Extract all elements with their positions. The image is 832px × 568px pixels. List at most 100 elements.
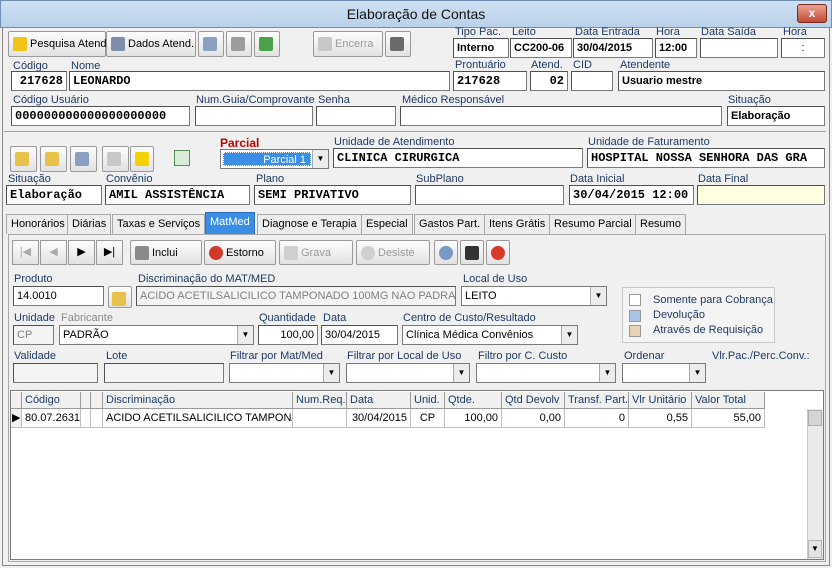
data-final-field[interactable] <box>697 185 825 205</box>
disabled-docs-button[interactable] <box>102 146 129 172</box>
copy-button[interactable] <box>70 146 97 172</box>
hora-field[interactable]: 12:00 <box>655 38 697 58</box>
cell-blank-1[interactable] <box>81 409 91 428</box>
fabricante-select[interactable]: PADRÃO ▼ <box>59 325 254 345</box>
grid-header-codigo[interactable]: Código <box>22 392 81 409</box>
codigo-usuario-field[interactable]: 000000000000000000000 <box>11 106 190 126</box>
scroll-down-icon[interactable]: ▼ <box>808 540 822 558</box>
filtrar-local-uso-select[interactable]: ▼ <box>346 363 470 383</box>
folder-up-button[interactable] <box>40 146 67 172</box>
plano-field[interactable]: SEMI PRIVATIVO <box>254 185 411 205</box>
nome-field[interactable]: LEONARDO <box>69 71 450 91</box>
cell-num-req[interactable] <box>293 409 347 428</box>
estorno-button[interactable]: Estorno <box>204 240 276 265</box>
tab-matmed[interactable]: MatMed <box>205 212 255 234</box>
quantidade-field[interactable]: 100,00 <box>258 325 318 345</box>
cell-codigo[interactable]: 80.07.2631 <box>22 409 81 428</box>
cell-data[interactable]: 30/04/2015 <box>347 409 411 428</box>
filter-icon[interactable] <box>174 150 190 166</box>
produto-search-button[interactable] <box>108 286 132 308</box>
zoom-button[interactable] <box>434 240 458 265</box>
grid-header-num-req[interactable]: Num.Req. <box>293 392 347 409</box>
codigo-field[interactable]: 217628 <box>11 71 67 91</box>
grava-button[interactable]: Grava <box>279 240 353 265</box>
cid-field[interactable] <box>571 71 613 91</box>
cell-valor-total[interactable]: 55,00 <box>692 409 765 428</box>
parcial-select[interactable]: Parcial 1 ▼ <box>220 149 329 169</box>
situacao-field[interactable]: Elaboração <box>727 106 825 126</box>
local-uso-select[interactable]: LEITO ▼ <box>461 286 607 306</box>
grid-header-data[interactable]: Data <box>347 392 411 409</box>
edit-icon-button[interactable] <box>198 31 224 57</box>
inclui-button[interactable]: Inclui <box>130 240 202 265</box>
prev-record-button[interactable]: ◀ <box>40 240 67 265</box>
ordenar-select[interactable]: ▼ <box>622 363 706 383</box>
filtro-c-custo-select[interactable]: ▼ <box>476 363 616 383</box>
cell-blank-2[interactable] <box>91 409 103 428</box>
data-field[interactable]: 30/04/2015 <box>321 325 398 345</box>
pesquisa-atend-button[interactable]: Pesquisa Atend. <box>8 31 110 57</box>
next-record-button[interactable]: ▶ <box>68 240 95 265</box>
discriminacao-field[interactable]: ACIDO ACETILSALICILICO TAMPONADO 100MG N… <box>136 286 456 306</box>
grid-header-transf-part[interactable]: Transf. Part. <box>565 392 629 409</box>
num-guia-field[interactable] <box>195 106 313 126</box>
hora-saida-field[interactable]: : <box>781 38 825 58</box>
cell-qtd-devolv[interactable]: 0,00 <box>502 409 565 428</box>
centro-custo-select[interactable]: Clínica Médica Convênios ▼ <box>402 325 578 345</box>
cell-unid[interactable]: CP <box>411 409 445 428</box>
cell-vlr-unitario[interactable]: 0,55 <box>629 409 692 428</box>
prontuario-field[interactable]: 217628 <box>453 71 527 91</box>
atend-field[interactable]: 02 <box>530 71 568 91</box>
grid-header-valor-total[interactable]: Valor Total <box>692 392 765 409</box>
data-saida-field[interactable] <box>700 38 778 58</box>
grid-header-vlr-unitario[interactable]: Vlr Unitário <box>629 392 692 409</box>
warning-button[interactable] <box>130 146 154 172</box>
print-green-button[interactable] <box>254 31 280 57</box>
dados-atend-button[interactable]: Dados Atend. <box>106 31 196 57</box>
grid-header-qtd-devolv[interactable]: Qtd Devolv <box>502 392 565 409</box>
binoculars-button[interactable] <box>460 240 484 265</box>
data-inicial-field[interactable]: 30/04/2015 12:00 <box>569 185 694 205</box>
desiste-button[interactable]: Desiste <box>356 240 430 265</box>
cell-transf-part[interactable]: 0 <box>565 409 629 428</box>
medico-field[interactable] <box>400 106 722 126</box>
data-entrada-field[interactable]: 30/04/2015 <box>573 38 653 58</box>
tab-especial[interactable]: Especial <box>361 214 413 234</box>
senha-field[interactable] <box>316 106 396 126</box>
tab-diagnose-terapia[interactable]: Diagnose e Terapia <box>257 214 362 234</box>
last-record-button[interactable]: ▶| <box>96 240 123 265</box>
unidade-field[interactable]: CP <box>13 325 54 345</box>
grid-header-blank-1[interactable] <box>81 392 91 409</box>
tab-resumo[interactable]: Resumo <box>635 214 686 234</box>
first-record-button[interactable]: |◀ <box>12 240 39 265</box>
unidade-faturamento-field[interactable]: HOSPITAL NOSSA SENHORA DAS GRA <box>587 148 825 168</box>
tab-resumo-parcial[interactable]: Resumo Parcial <box>549 214 637 234</box>
open-folder-button[interactable] <box>10 146 37 172</box>
cell-qtde[interactable]: 100,00 <box>445 409 502 428</box>
tab-itens-gratis[interactable]: Itens Grátis <box>484 214 551 234</box>
row-indicator[interactable]: ▶ <box>11 409 22 428</box>
lote-field[interactable] <box>104 363 224 383</box>
tab-diarias[interactable]: Diárias <box>67 214 112 234</box>
grid-header-qtde[interactable]: Qtde. <box>445 392 502 409</box>
validade-field[interactable] <box>13 363 98 383</box>
grid-header-unid[interactable]: Unid. <box>411 392 445 409</box>
lock-button[interactable] <box>385 31 411 57</box>
cell-discriminacao[interactable]: ACIDO ACETILSALICILICO TAMPONA <box>103 409 293 428</box>
leito-field[interactable]: CC200-06 <box>510 38 572 58</box>
tab-honorarios[interactable]: Honorários <box>6 214 70 234</box>
tipo-pac-field[interactable]: Interno <box>453 38 509 58</box>
produto-field[interactable]: 14.0010 <box>13 286 104 306</box>
situacao-parcial-field[interactable]: Elaboração <box>6 185 102 205</box>
convenio-field[interactable]: AMIL ASSISTÊNCIA <box>105 185 250 205</box>
filtrar-mat-med-select[interactable]: ▼ <box>229 363 340 383</box>
tab-taxas-servicos[interactable]: Taxas e Serviços <box>112 214 206 234</box>
tab-gastos-part[interactable]: Gastos Part. <box>414 214 486 234</box>
grid-scrollbar[interactable] <box>807 409 823 559</box>
unidade-atendimento-field[interactable]: CLINICA CIRURGICA <box>333 148 583 168</box>
close-button[interactable]: x <box>797 4 827 23</box>
print-button[interactable] <box>226 31 252 57</box>
atendente-field[interactable]: Usuario mestre <box>618 71 825 91</box>
grid-header-blank-2[interactable] <box>91 392 103 409</box>
scrollbar-thumb[interactable] <box>808 410 822 426</box>
